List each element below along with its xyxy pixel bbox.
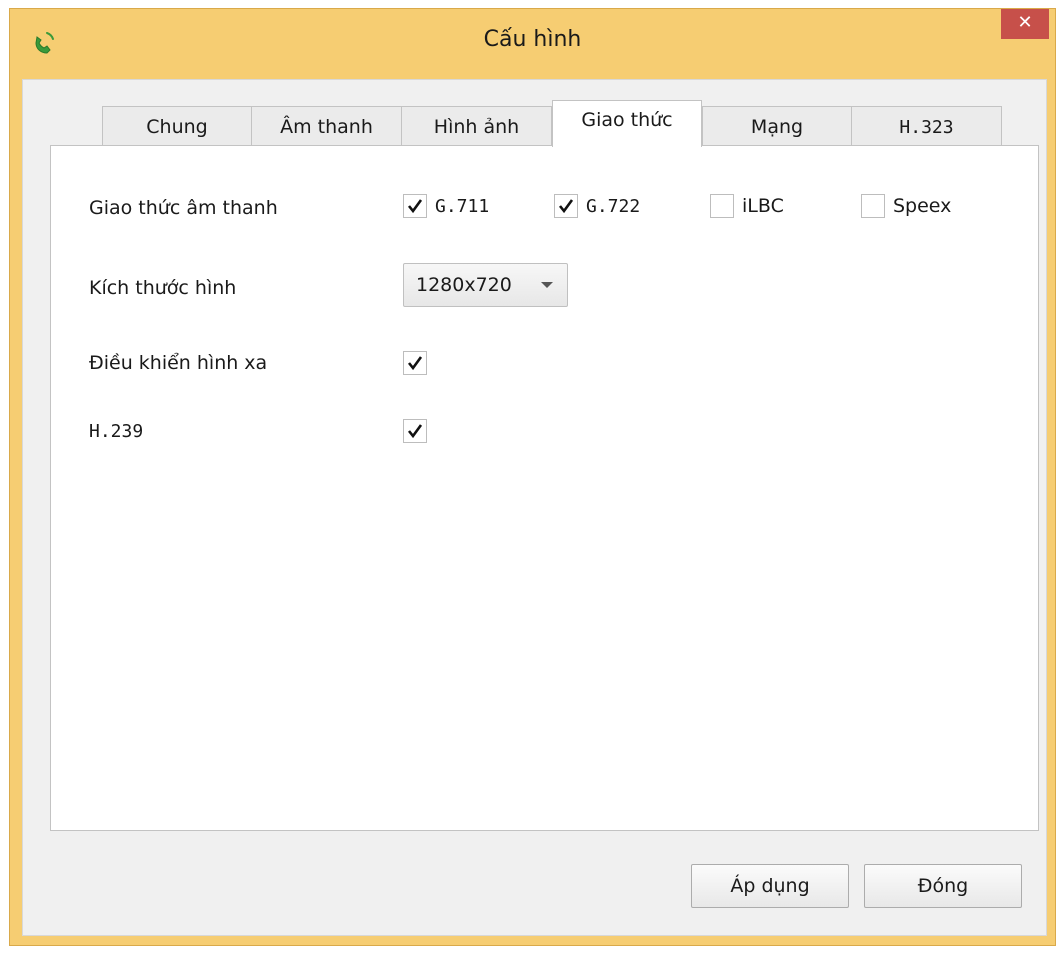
codec-ilbc-label: iLBC — [742, 195, 784, 217]
codec-g711-checkbox[interactable] — [403, 194, 427, 218]
video-size-value: 1280x720 — [416, 274, 512, 296]
audio-protocol-label: Giao thức âm thanh — [89, 197, 278, 219]
checkmark-icon — [407, 424, 423, 439]
h239-checkbox[interactable] — [403, 419, 427, 443]
codec-speex-option[interactable]: Speex — [861, 194, 951, 218]
settings-window: Cấu hình ✕ Chung Âm thanh Hình ảnh Giao … — [9, 8, 1056, 946]
codec-g722-label: G.722 — [586, 195, 641, 217]
checkmark-icon — [407, 199, 423, 214]
codec-g722-option[interactable]: G.722 — [554, 194, 640, 218]
tab-h323[interactable]: H.323 — [851, 106, 1002, 146]
video-size-dropdown[interactable]: 1280x720 — [403, 263, 568, 307]
far-end-control-label: Điều khiển hình xa — [89, 352, 268, 374]
h239-label: H.239 — [89, 421, 144, 442]
title-bar: Cấu hình ✕ — [10, 9, 1055, 79]
video-size-label: Kích thước hình — [89, 277, 237, 299]
tab-video[interactable]: Hình ảnh — [401, 106, 552, 146]
codec-speex-checkbox[interactable] — [861, 194, 885, 218]
window-title: Cấu hình — [483, 27, 582, 52]
tab-audio[interactable]: Âm thanh — [251, 106, 402, 146]
close-button[interactable]: Đóng — [864, 864, 1022, 908]
codec-g711-label: G.711 — [435, 195, 490, 217]
codec-g722-checkbox[interactable] — [554, 194, 578, 218]
protocol-panel: Giao thức âm thanh G.711 G.722 iLBC Spee… — [50, 145, 1039, 831]
dialog-body: Chung Âm thanh Hình ảnh Giao thức Mạng H… — [22, 79, 1047, 936]
tab-network[interactable]: Mạng — [702, 106, 852, 146]
close-window-button[interactable]: ✕ — [1001, 9, 1049, 39]
tab-h323-label: H.323 — [899, 117, 954, 138]
codec-ilbc-checkbox[interactable] — [710, 194, 734, 218]
tab-protocol[interactable]: Giao thức — [552, 100, 702, 147]
tab-general[interactable]: Chung — [102, 106, 252, 146]
codec-speex-label: Speex — [893, 195, 952, 217]
codec-ilbc-option[interactable]: iLBC — [710, 194, 784, 218]
far-end-control-checkbox[interactable] — [403, 351, 427, 375]
chevron-down-icon — [541, 282, 553, 288]
apply-button[interactable]: Áp dụng — [691, 864, 849, 908]
checkmark-icon — [558, 199, 574, 214]
codec-g711-option[interactable]: G.711 — [403, 194, 489, 218]
checkmark-icon — [407, 356, 423, 371]
